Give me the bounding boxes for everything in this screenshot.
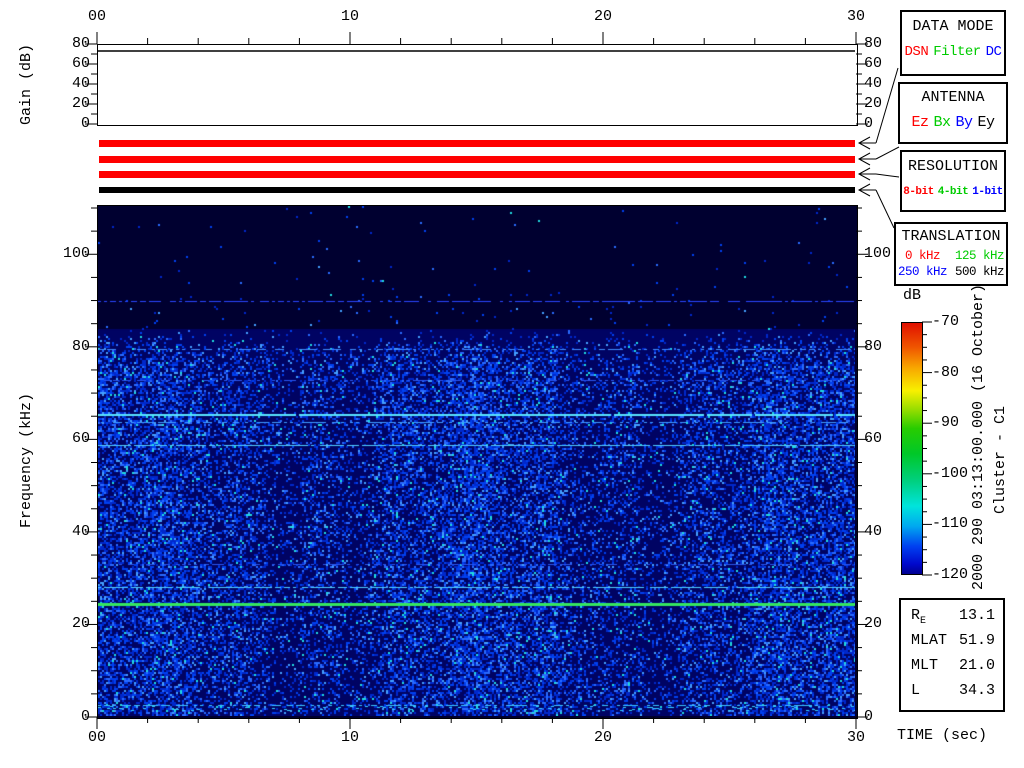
spectrogram-plot xyxy=(97,205,858,719)
status-bar-resolution xyxy=(99,171,855,178)
status-bar-translation xyxy=(99,187,855,193)
gain-axis-tick-label: 40 xyxy=(71,75,90,92)
gain-axis-tick-label: 60 xyxy=(71,55,90,72)
freq-axis-tick-label: 100 xyxy=(62,245,90,263)
ephemeris-label: L xyxy=(911,682,921,699)
gain-axis-tick-label-right: 40 xyxy=(864,75,883,92)
data-mode-panel-title: DATA MODE xyxy=(912,18,994,35)
gain-axis-tick-label-right: 20 xyxy=(864,95,883,112)
freq-axis-tick-label-right: 100 xyxy=(864,245,892,263)
time-axis-tick-label: 20 xyxy=(593,729,612,746)
resolution-panel-title: RESOLUTION xyxy=(907,158,998,175)
freq-axis-tick-label-right: 80 xyxy=(864,337,883,355)
wbd-display-window: Gain (dB) Frequency (kHz) dB 2000 290 03… xyxy=(0,0,1024,768)
time-axis-tick-label: 30 xyxy=(846,729,865,746)
top-axis-tick-label: 20 xyxy=(593,8,612,25)
data-mode-option-dsn: DSN xyxy=(904,44,929,60)
ephemeris-value: 51.9 xyxy=(958,632,995,649)
freq-axis-tick-label-right: 60 xyxy=(864,430,883,448)
data-mode-option-filter: Filter xyxy=(933,44,981,60)
gain-axis-tick-label-right: 0 xyxy=(864,115,874,132)
antenna-panel: ANTENNA Ez Bx By Ey xyxy=(898,82,1008,144)
spectrogram-canvas xyxy=(98,206,855,716)
gain-axis-tick-label: 0 xyxy=(80,115,90,132)
top-axis-tick-label: 00 xyxy=(87,8,106,25)
status-bar-antenna xyxy=(99,156,855,163)
frequency-axis-title: Frequency (kHz) xyxy=(18,392,35,528)
ephemeris-label: MLAT xyxy=(911,632,948,649)
data-mode-panel: DATA MODE DSN Filter DC xyxy=(900,10,1006,76)
freq-axis-tick-label-right: 20 xyxy=(864,615,883,633)
gain-axis-tick-label: 20 xyxy=(71,95,90,112)
gain-axis-tick-label: 80 xyxy=(71,35,90,52)
translation-option-500khz: 500 kHz xyxy=(954,265,1005,279)
gain-axis-tick-label-right: 60 xyxy=(864,55,883,72)
freq-axis-tick-label: 20 xyxy=(71,615,90,633)
translation-option-250khz: 250 kHz xyxy=(897,265,948,279)
top-axis-tick-label: 10 xyxy=(340,8,359,25)
antenna-panel-title: ANTENNA xyxy=(921,89,985,106)
colorbar-title: dB xyxy=(903,287,922,304)
translation-option-0khz: 0 kHz xyxy=(904,249,941,263)
antenna-options: Ez Bx By Ey xyxy=(900,114,1006,131)
resolution-options: 8-bit 4-bit 1-bit xyxy=(902,186,1004,198)
translation-panel: TRANSLATION 0 kHz 125 kHz 250 kHz 500 kHz xyxy=(894,222,1008,286)
ephemeris-panel: RE 13.1 MLAT 51.9 MLT 21.0 L 34.3 xyxy=(899,598,1005,712)
antenna-option-bx: Bx xyxy=(933,114,951,131)
data-mode-options: DSN Filter DC xyxy=(902,44,1004,60)
freq-axis-tick-label: 40 xyxy=(71,522,90,540)
ephemeris-label: MLT xyxy=(911,657,939,674)
time-axis-tick-label: 00 xyxy=(87,729,106,746)
spacecraft-annotation: Cluster - C1 xyxy=(992,405,1009,514)
ephemeris-row-mlt: MLT 21.0 xyxy=(901,657,1003,682)
colorbar-tick-label: -70 xyxy=(932,313,960,330)
ephemeris-row-l: L 34.3 xyxy=(901,682,1003,707)
resolution-option-4-bit: 4-bit xyxy=(937,186,969,198)
colorbar-tick-label: -100 xyxy=(932,464,969,482)
time-axis-title: TIME (sec) xyxy=(897,727,988,744)
time-axis-tick-label: 10 xyxy=(340,729,359,746)
resolution-panel: RESOLUTION 8-bit 4-bit 1-bit xyxy=(900,150,1006,212)
top-axis-tick-label: 30 xyxy=(846,8,865,25)
datetime-annotation: 2000 290 03:13:00.000 (16 October) xyxy=(970,283,987,590)
resolution-option-8-bit: 8-bit xyxy=(903,186,934,198)
data-mode-option-dc: DC xyxy=(985,44,1002,60)
ephemeris-value: 13.1 xyxy=(958,607,995,624)
ephemeris-label: RE xyxy=(911,607,927,627)
translation-panel-title: TRANSLATION xyxy=(901,228,1001,245)
antenna-option-by: By xyxy=(955,114,974,131)
gain-plot xyxy=(97,44,858,126)
translation-option-125khz: 125 kHz xyxy=(954,249,1005,263)
ephemeris-value: 34.3 xyxy=(958,682,995,699)
antenna-option-ey: Ey xyxy=(977,114,996,131)
colorbar-tick-label: -120 xyxy=(932,566,969,583)
colorbar-tick-label: -110 xyxy=(932,515,969,533)
status-bar-data-mode xyxy=(99,140,855,147)
colorbar xyxy=(901,322,923,575)
resolution-option-1-bit: 1-bit xyxy=(972,186,1003,198)
freq-axis-tick-label: 60 xyxy=(71,430,90,448)
colorbar-tick-label: -80 xyxy=(932,363,960,381)
translation-options: 0 kHz 125 kHz 250 kHz 500 kHz xyxy=(896,249,1006,279)
antenna-option-ez: Ez xyxy=(911,114,929,131)
colorbar-tick-label: -90 xyxy=(932,414,960,432)
ephemeris-row-mlat: MLAT 51.9 xyxy=(901,632,1003,657)
freq-axis-tick-label: 80 xyxy=(71,337,90,355)
gain-axis-tick-label-right: 80 xyxy=(864,35,883,52)
freq-axis-tick-label-right: 40 xyxy=(864,522,883,540)
ephemeris-row-r: RE 13.1 xyxy=(901,607,1003,632)
freq-axis-tick-label: 0 xyxy=(80,708,90,725)
freq-axis-tick-label-right: 0 xyxy=(864,708,874,725)
ephemeris-value: 21.0 xyxy=(958,657,995,674)
